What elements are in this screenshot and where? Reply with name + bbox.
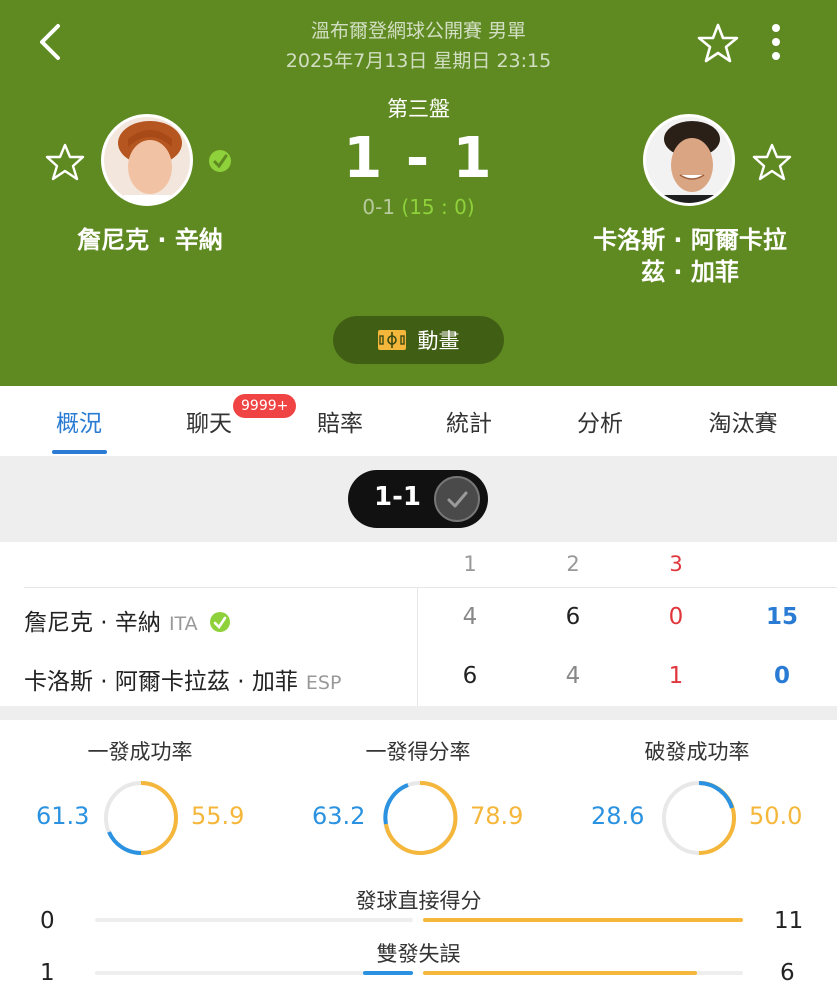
set-1-score: 6 xyxy=(462,663,478,689)
match-header: 溫布爾登網球公開賽 男單 2025年7月13日 星期日 23:15 第三盤 1 … xyxy=(0,0,837,386)
bar-double-faults-left-fill xyxy=(363,971,413,975)
set-3-score: 1 xyxy=(668,663,684,689)
bar-double-faults-title: 雙發失誤 xyxy=(376,942,461,966)
serving-ball-icon xyxy=(209,612,230,632)
player-right-name-line1: 卡洛斯 · 阿爾卡拉 xyxy=(593,226,787,254)
set-2-score: 6 xyxy=(565,604,581,630)
stat-first-serve-won-ring xyxy=(383,780,458,855)
stat-first-serve-won-left: 63.2 xyxy=(312,802,366,830)
favorite-player-left-star-icon[interactable] xyxy=(45,142,85,182)
player-right-name[interactable]: 卡洛斯 · 阿爾卡拉 茲 · 加菲 xyxy=(575,224,805,288)
point-count: (15 : 0) xyxy=(401,195,475,219)
tab-statistics[interactable]: 統計 xyxy=(419,404,519,438)
player-right-name-line2: 茲 · 加菲 xyxy=(641,258,739,286)
table-column-divider xyxy=(417,588,418,706)
set-2-header: 2 xyxy=(566,552,580,576)
set-1-header: 1 xyxy=(463,552,477,576)
country-code: ESP xyxy=(305,672,342,694)
favorite-player-right-star-icon[interactable] xyxy=(752,142,792,182)
stat-first-serve-in-left: 61.3 xyxy=(36,802,90,830)
bar-double-faults-left: 1 xyxy=(40,960,55,986)
game-count: 0-1 xyxy=(362,195,396,219)
section-divider xyxy=(0,706,837,720)
bar-aces-left-track xyxy=(95,918,413,922)
stat-first-serve-in-title: 一發成功率 xyxy=(87,740,193,764)
set-score-pill[interactable]: 1-1 xyxy=(348,470,488,528)
set-2-score: 4 xyxy=(565,663,581,689)
stat-break-point-right: 50.0 xyxy=(749,802,803,830)
bar-aces-right-fill xyxy=(423,918,743,922)
bar-double-faults-right: 6 xyxy=(780,960,795,986)
more-menu-icon[interactable] xyxy=(764,22,788,64)
favorite-match-star-icon[interactable] xyxy=(697,22,739,64)
bar-aces-right: 11 xyxy=(774,908,804,934)
tab-knockout[interactable]: 淘汰賽 xyxy=(693,404,793,438)
stat-break-point-left: 28.6 xyxy=(591,802,645,830)
stat-break-point-ring xyxy=(662,781,736,855)
active-tab-indicator xyxy=(52,450,107,454)
player-left-avatar[interactable] xyxy=(101,114,193,206)
stat-first-serve-in-ring xyxy=(104,781,178,855)
tab-analysis[interactable]: 分析 xyxy=(550,404,650,438)
bar-double-faults-right-fill xyxy=(423,971,697,975)
bar-aces-title: 發球直接得分 xyxy=(355,889,482,913)
country-code: ITA xyxy=(168,613,198,635)
player-left-name[interactable]: 詹尼克 · 辛納 xyxy=(40,224,260,256)
bar-aces-left: 0 xyxy=(40,908,55,934)
row-player-name: 卡洛斯 · 阿爾卡拉茲 · 加菲 xyxy=(24,669,298,695)
animation-button[interactable]: 動畫 xyxy=(333,316,504,364)
stat-first-serve-in-right: 55.9 xyxy=(191,802,245,830)
animation-label: 動畫 xyxy=(417,329,460,353)
chat-count-badge: 9999+ xyxy=(233,394,297,418)
set-3-header: 3 xyxy=(669,552,683,576)
table-row-player-left[interactable]: 詹尼克 · 辛納 ITA xyxy=(24,603,231,637)
tab-overview[interactable]: 概況 xyxy=(29,404,129,438)
row-player-name: 詹尼克 · 辛納 xyxy=(24,610,161,636)
game-points: 15 xyxy=(765,604,798,630)
game-points: 0 xyxy=(773,663,790,689)
check-icon xyxy=(434,476,480,522)
court-icon xyxy=(377,330,406,350)
set-3-score: 0 xyxy=(668,604,684,630)
stat-first-serve-won-right: 78.9 xyxy=(470,802,524,830)
stat-break-point-title: 破發成功率 xyxy=(644,740,750,764)
table-row-player-right[interactable]: 卡洛斯 · 阿爾卡拉茲 · 加菲 ESP xyxy=(24,662,341,696)
player-right-avatar[interactable] xyxy=(643,114,735,206)
tab-odds[interactable]: 賠率 xyxy=(290,404,390,438)
table-divider xyxy=(24,587,837,588)
set-score-pill-label: 1-1 xyxy=(374,482,421,512)
tab-bar: 概況 聊天 賠率 統計 分析 淘汰賽 xyxy=(0,386,837,456)
set-1-score: 4 xyxy=(462,604,478,630)
stat-first-serve-won-title: 一發得分率 xyxy=(365,740,471,764)
serving-ball-icon xyxy=(209,150,231,172)
